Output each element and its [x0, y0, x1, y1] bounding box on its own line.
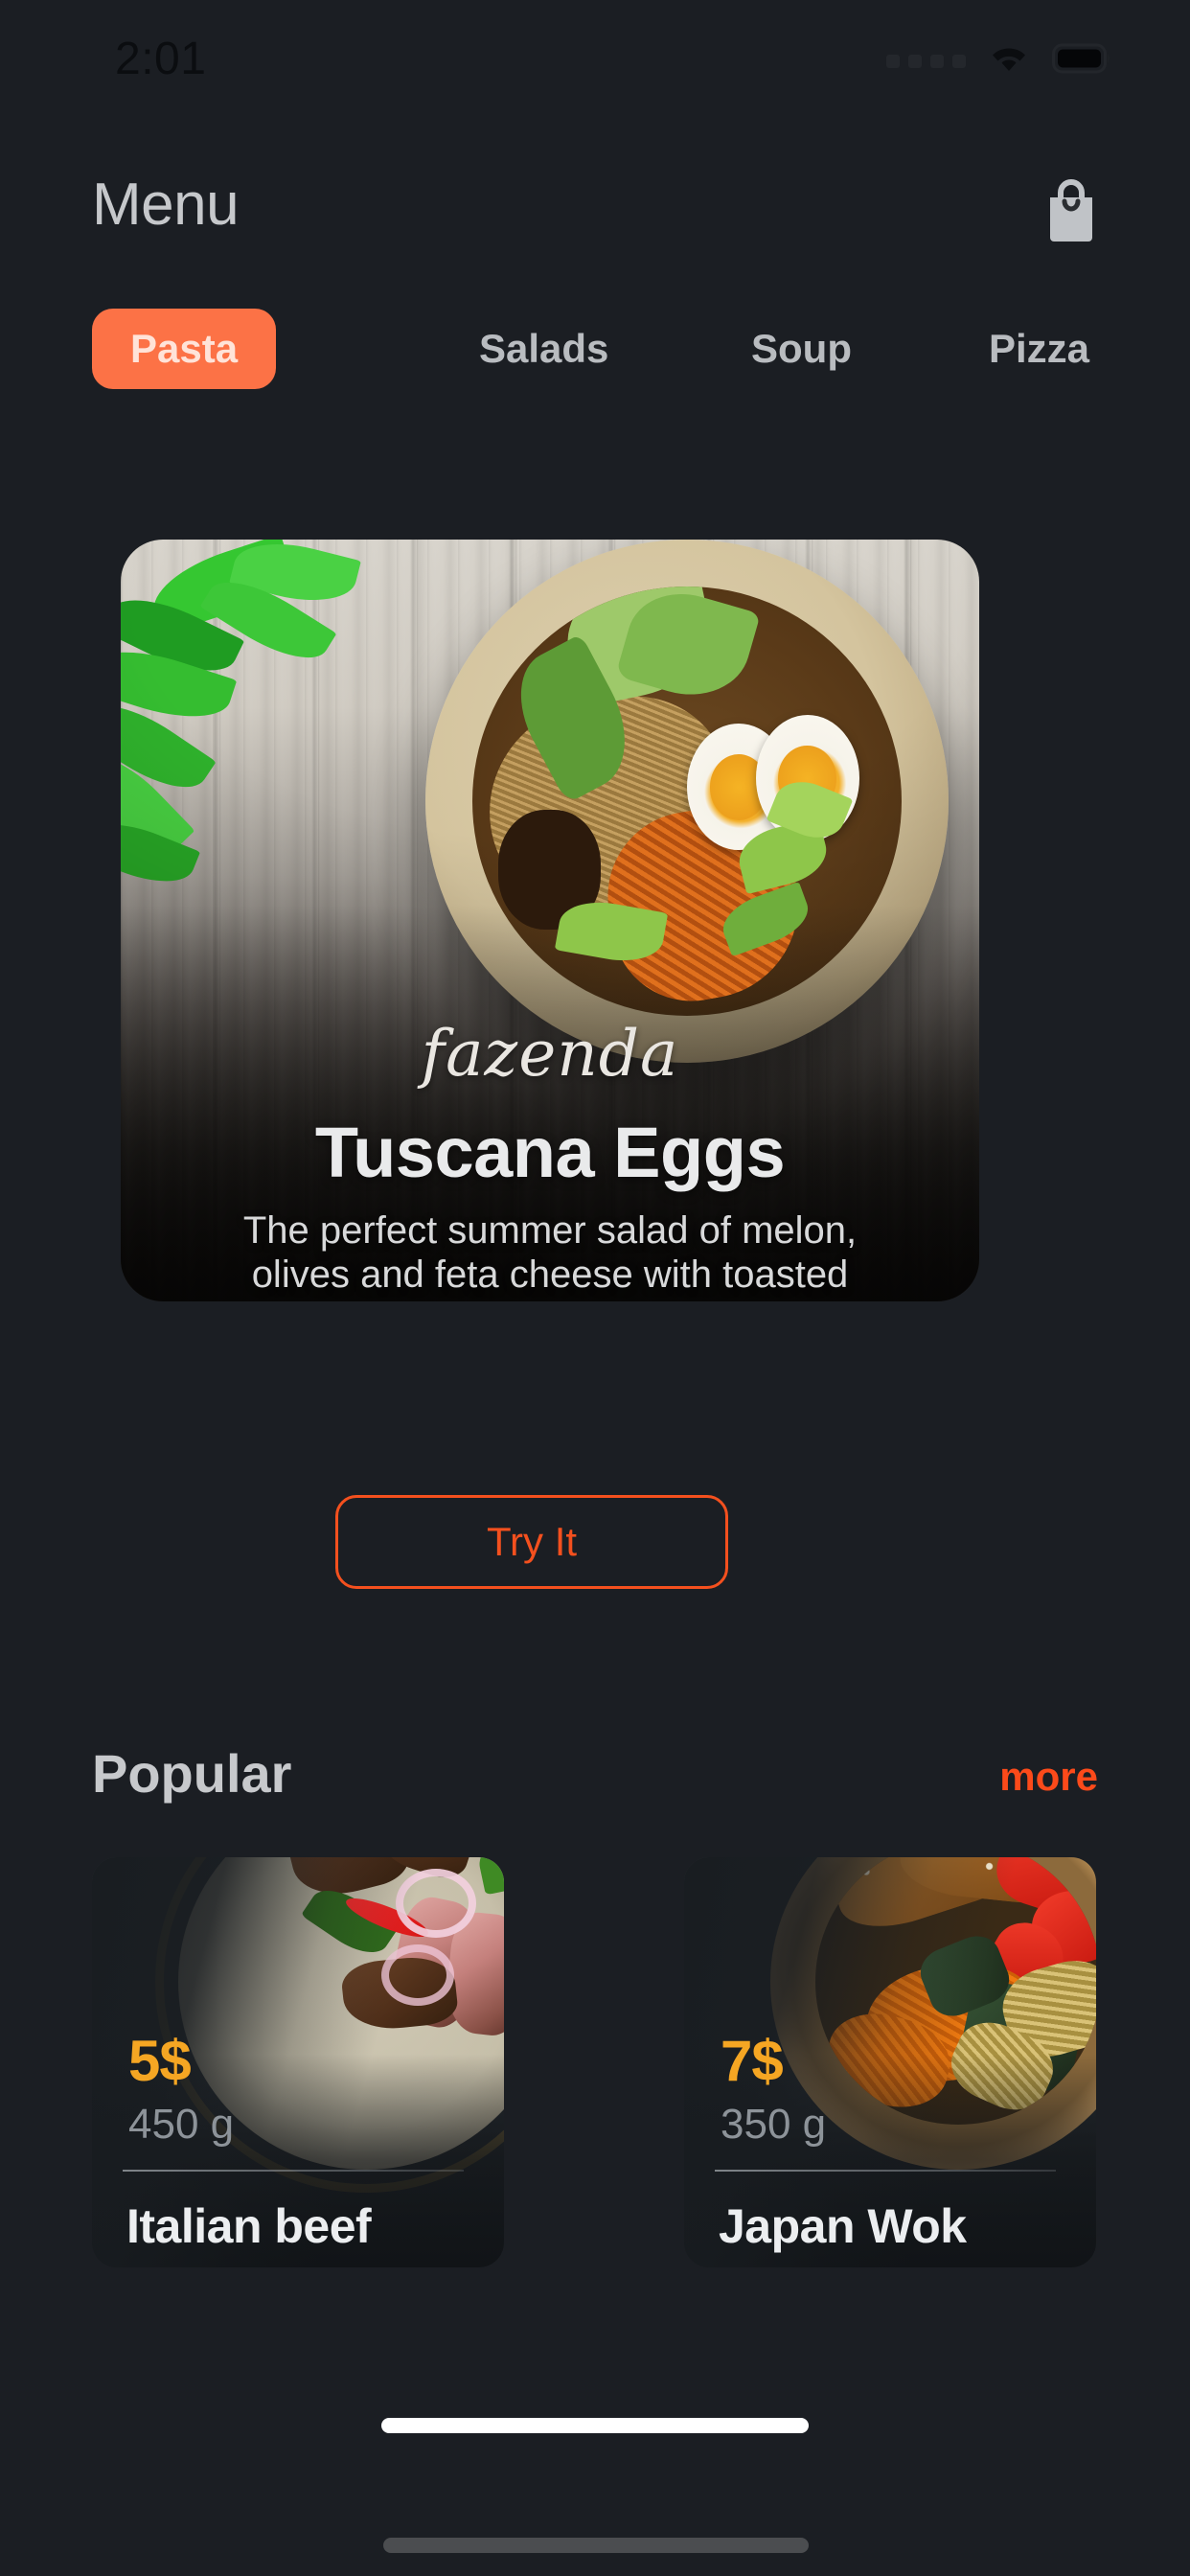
italian-beef-weight: 450 g	[128, 2101, 235, 2148]
tab-pizza[interactable]: Pizza	[989, 309, 1089, 389]
tab-soup[interactable]: Soup	[751, 309, 852, 389]
brand-logo-text: fazenda	[421, 1017, 679, 1091]
popular-card-japan-wok[interactable]: 7$ 350 g Japan Wok	[684, 1857, 1096, 2267]
italian-beef-price: 5$	[128, 2029, 192, 2093]
home-indicator[interactable]	[381, 2418, 809, 2433]
status-time: 2:01	[115, 34, 207, 84]
page-title: Menu	[92, 172, 240, 238]
status-bar: 2:01	[0, 0, 1190, 105]
wifi-icon	[987, 42, 1031, 80]
hero-text-block: fazenda Tuscana Eggs The perfect summer …	[121, 1017, 979, 1298]
popular-card-list: 5$ 450 g Italian beef 7$ 350 g Japan Wok	[0, 1857, 1190, 2279]
category-tabs: Pasta Salads Soup Pizza	[0, 309, 1190, 389]
hero-card-surface: fazenda Tuscana Eggs The perfect summer …	[121, 540, 979, 1301]
japan-wok-price: 7$	[721, 2029, 784, 2093]
japan-wok-name: Japan Wok	[719, 2199, 967, 2253]
status-indicators	[886, 42, 1113, 80]
popular-more-link[interactable]: more	[999, 1754, 1098, 1800]
hero-dish-card[interactable]: fazenda Tuscana Eggs The perfect summer …	[0, 422, 1190, 1414]
hero-description-line-1: The perfect summer salad of melon,	[242, 1209, 858, 1252]
hero-dish-name: Tuscana Eggs	[314, 1113, 786, 1192]
popular-card-italian-beef[interactable]: 5$ 450 g Italian beef	[92, 1857, 504, 2267]
system-navigation-bar[interactable]	[383, 2538, 809, 2553]
italian-beef-name: Italian beef	[126, 2199, 372, 2253]
app-header: Menu	[0, 171, 1190, 259]
tab-pasta[interactable]: Pasta	[92, 309, 277, 389]
app-screen: 2:01 Menu Pasta Salads Soup Pizza fazend…	[0, 0, 1190, 2576]
japan-wok-weight: 350 g	[721, 2101, 827, 2148]
italian-beef-divider	[123, 2170, 464, 2172]
hero-description-line-2: olives and feta cheese with toasted	[251, 1254, 849, 1297]
japan-wok-divider	[715, 2170, 1056, 2172]
signal-dots-icon	[886, 54, 966, 68]
battery-full-icon	[1052, 42, 1113, 80]
shopping-bag-icon[interactable]	[1044, 176, 1098, 243]
try-it-button[interactable]: Try It	[335, 1495, 728, 1589]
popular-section-header: Popular more	[0, 1742, 1190, 1806]
popular-title: Popular	[92, 1743, 292, 1804]
tab-salads[interactable]: Salads	[479, 309, 608, 389]
